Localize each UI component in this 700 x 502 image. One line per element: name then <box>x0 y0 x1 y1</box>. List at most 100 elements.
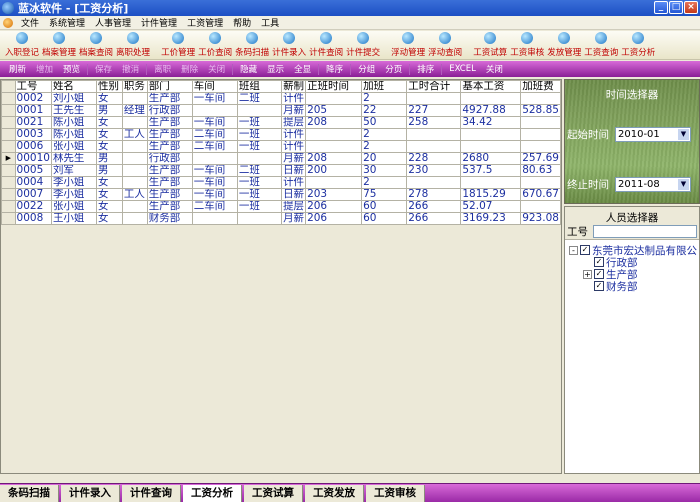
table-cell[interactable]: 4927.88 <box>460 104 522 117</box>
table-cell[interactable]: 林先生 <box>50 152 98 165</box>
table-cell[interactable] <box>520 92 561 105</box>
table-cell[interactable]: 经理 <box>121 104 148 117</box>
column-header[interactable]: 薪制 <box>281 80 307 93</box>
table-cell[interactable]: 0008 <box>14 212 52 225</box>
table-cell[interactable]: 工人 <box>121 188 148 201</box>
toolbar-button[interactable]: 浮动管理 <box>390 32 426 59</box>
table-cell[interactable] <box>121 212 148 225</box>
table-cell[interactable]: 日薪 <box>281 188 307 201</box>
chevron-down-icon[interactable]: ▼ <box>678 179 689 190</box>
table-cell[interactable]: 王小姐 <box>50 212 98 225</box>
row-indicator[interactable] <box>1 200 16 213</box>
toolbar-button[interactable]: 档案查阅 <box>78 32 114 59</box>
table-cell[interactable]: 00010 <box>14 152 52 165</box>
table-cell[interactable] <box>191 212 238 225</box>
row-indicator[interactable] <box>1 188 16 201</box>
table-cell[interactable] <box>305 128 363 141</box>
row-indicator[interactable] <box>1 92 16 105</box>
table-row[interactable]: 0002 刘小姐女 生产部 一车间 二班 计件 2 <box>1 92 561 105</box>
salary-grid[interactable]: 工号 姓名 性别 职务 部门 车间 班组 薪制 正班时间 加班 工时合计 基本工资 加班费 0002 刘小… <box>0 79 562 474</box>
column-header[interactable]: 部门 <box>146 80 193 93</box>
table-cell[interactable] <box>121 164 148 177</box>
table-cell[interactable]: 一班 <box>236 200 283 213</box>
table-cell[interactable] <box>460 176 522 189</box>
row-indicator[interactable] <box>1 164 16 177</box>
table-cell[interactable]: 0004 <box>14 176 52 189</box>
action-button[interactable]: 关闭 <box>481 63 508 75</box>
table-cell[interactable]: 陈小姐 <box>50 128 98 141</box>
action-button[interactable]: 降序 <box>321 63 348 75</box>
table-cell[interactable]: 1815.29 <box>460 188 522 201</box>
table-cell[interactable]: 生产部 <box>146 92 193 105</box>
table-cell[interactable] <box>520 116 561 129</box>
table-cell[interactable]: 刘小姐 <box>50 92 98 105</box>
bottom-tab[interactable]: 工资试算 <box>244 484 303 502</box>
table-cell[interactable]: 537.5 <box>460 164 522 177</box>
table-cell[interactable]: 男 <box>96 104 123 117</box>
column-header[interactable]: 性别 <box>96 80 123 93</box>
table-cell[interactable]: 22 <box>361 104 408 117</box>
table-cell[interactable] <box>121 200 148 213</box>
table-cell[interactable]: 230 <box>406 164 462 177</box>
table-cell[interactable]: 女 <box>96 200 123 213</box>
table-cell[interactable]: 200 <box>305 164 363 177</box>
table-cell[interactable]: 女 <box>96 212 123 225</box>
action-button[interactable]: 全显 <box>289 63 316 75</box>
table-cell[interactable]: 60 <box>361 200 408 213</box>
toolbar-button[interactable]: 工资查询 <box>583 32 619 59</box>
table-cell[interactable] <box>520 176 561 189</box>
menu-item[interactable]: 文件 <box>16 16 44 29</box>
bottom-tab[interactable]: 工资分析 <box>183 484 242 502</box>
minimize-button[interactable]: _ <box>654 1 668 14</box>
table-cell[interactable]: 2 <box>361 92 408 105</box>
table-cell[interactable]: 女 <box>96 128 123 141</box>
table-cell[interactable] <box>305 140 363 153</box>
table-cell[interactable]: 工人 <box>121 128 148 141</box>
toolbar-button[interactable]: 工资试算 <box>472 32 508 59</box>
table-cell[interactable] <box>460 140 522 153</box>
action-button[interactable]: 预览 <box>58 63 85 75</box>
column-header[interactable]: 加班费 <box>520 80 561 93</box>
table-cell[interactable]: 0003 <box>14 128 52 141</box>
toolbar-button[interactable]: 工价查阅 <box>197 32 233 59</box>
table-cell[interactable]: 生产部 <box>146 128 193 141</box>
table-cell[interactable]: 一班 <box>236 128 283 141</box>
table-cell[interactable]: 生产部 <box>146 140 193 153</box>
table-cell[interactable]: 月薪 <box>281 212 307 225</box>
table-cell[interactable]: 75 <box>361 188 408 201</box>
table-cell[interactable]: 男 <box>96 164 123 177</box>
toolbar-button[interactable]: 工资审核 <box>509 32 545 59</box>
table-cell[interactable] <box>520 140 561 153</box>
action-button[interactable]: 隐藏 <box>235 63 262 75</box>
table-cell[interactable]: 生产部 <box>146 200 193 213</box>
checkbox-icon[interactable]: ✓ <box>594 257 604 267</box>
table-cell[interactable]: 一班 <box>236 140 283 153</box>
employee-id-input[interactable] <box>593 225 697 238</box>
row-indicator[interactable] <box>1 176 16 189</box>
table-cell[interactable]: 60 <box>361 212 408 225</box>
table-cell[interactable]: 一车间 <box>191 116 238 129</box>
table-cell[interactable] <box>121 152 148 165</box>
table-cell[interactable]: 208 <box>305 116 363 129</box>
table-cell[interactable]: 张小姐 <box>50 200 98 213</box>
column-header[interactable]: 工号 <box>14 80 52 93</box>
toolbar-button[interactable]: 条码扫描 <box>234 32 270 59</box>
table-cell[interactable]: 923.08 <box>520 212 561 225</box>
table-cell[interactable]: 李小姐 <box>50 188 98 201</box>
tree-node[interactable]: ✓ 财务部 <box>565 280 699 293</box>
menu-item[interactable]: 人事管理 <box>90 16 136 29</box>
table-cell[interactable]: 0007 <box>14 188 52 201</box>
table-cell[interactable]: 李小姐 <box>50 176 98 189</box>
table-cell[interactable] <box>305 176 363 189</box>
table-cell[interactable]: 刘军 <box>50 164 98 177</box>
bottom-tab[interactable]: 计件录入 <box>61 484 120 502</box>
table-cell[interactable]: 0022 <box>14 200 52 213</box>
expand-icon[interactable]: + <box>583 269 592 279</box>
table-cell[interactable]: 二车间 <box>191 140 238 153</box>
table-cell[interactable]: 205 <box>305 104 363 117</box>
menu-app-icon[interactable] <box>3 17 13 28</box>
table-cell[interactable]: 二班 <box>236 164 283 177</box>
horizontal-scrollbar[interactable] <box>0 474 700 483</box>
table-cell[interactable]: 月薪 <box>281 152 307 165</box>
table-cell[interactable]: 一班 <box>236 188 283 201</box>
